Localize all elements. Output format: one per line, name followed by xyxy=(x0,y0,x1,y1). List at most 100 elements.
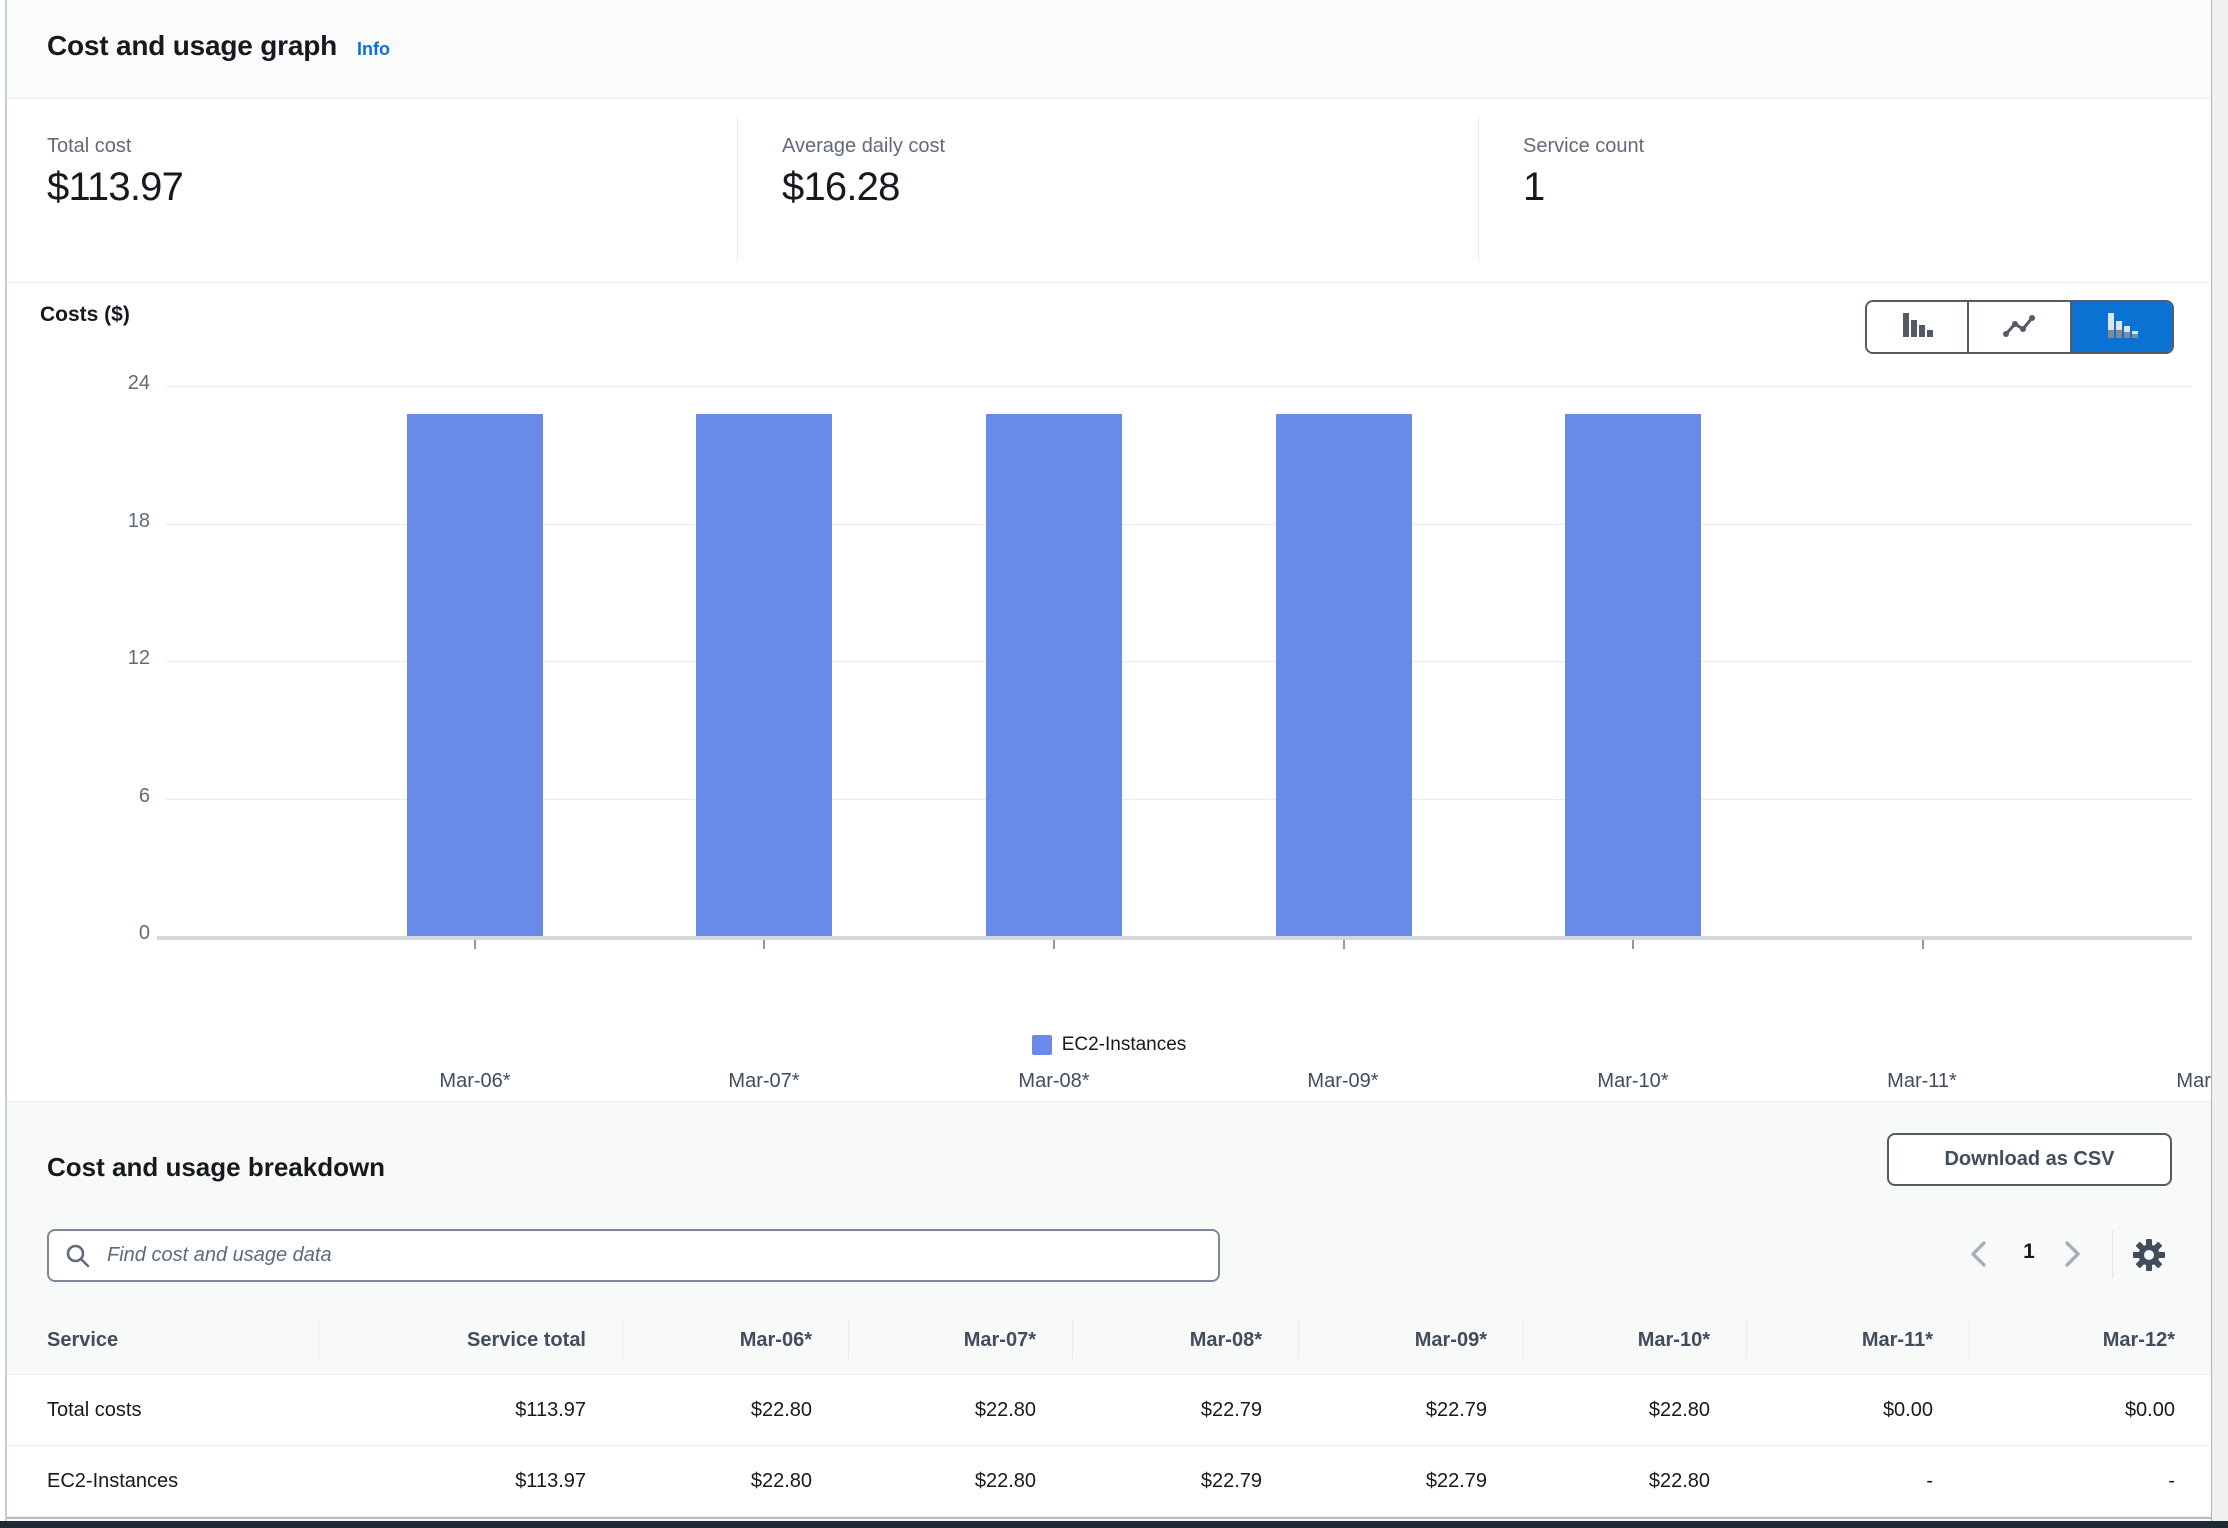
table-cell: $113.97 xyxy=(318,1375,622,1445)
x-axis-tick xyxy=(474,940,476,949)
column-header: Service total xyxy=(318,1306,622,1374)
table-cell: $22.80 xyxy=(848,1375,1072,1445)
page-header: Cost and usage graph Info xyxy=(7,0,2211,99)
download-csv-button[interactable]: Download as CSV xyxy=(1887,1133,2172,1186)
x-axis-tick xyxy=(763,940,765,949)
table-cell: $22.79 xyxy=(1298,1446,1523,1516)
column-header: Mar-12* xyxy=(1969,1306,2211,1374)
gear-icon xyxy=(2129,1235,2169,1275)
y-axis-tick-label: 18 xyxy=(90,510,150,533)
stat-label: Service count xyxy=(1523,135,1644,158)
previous-page-button[interactable] xyxy=(1964,1237,1994,1271)
x-axis-tick xyxy=(1632,940,1634,949)
line-chart-toggle-button[interactable] xyxy=(1967,302,2069,352)
y-axis-tick-label: 12 xyxy=(90,647,150,670)
column-header: Mar-06* xyxy=(622,1306,848,1374)
page-left-border xyxy=(5,0,7,1521)
x-axis-label: Mar-12* xyxy=(2067,1070,2228,1093)
current-page-number[interactable]: 1 xyxy=(2009,1240,2049,1264)
chart-plot-area: 24 18 12 6 0 Mar-06* Mar-07* Mar-08* Mar… xyxy=(165,386,2192,936)
summary-stats: Total cost $113.97 Average daily cost $1… xyxy=(7,99,2211,283)
column-header: Mar-07* xyxy=(848,1306,1072,1374)
cost-usage-breakdown: Cost and usage breakdown Download as CSV… xyxy=(7,1101,2211,1521)
table-cell: - xyxy=(1969,1446,2211,1516)
column-header: Mar-10* xyxy=(1523,1306,1746,1374)
x-axis-tick xyxy=(1922,940,1924,949)
x-axis-label: Mar-10* xyxy=(1488,1070,1778,1093)
table-cell: $22.79 xyxy=(1072,1446,1298,1516)
x-axis-tick xyxy=(1343,940,1345,949)
search-box xyxy=(47,1229,1220,1282)
toolbar-divider xyxy=(2112,1230,2113,1278)
column-header: Service xyxy=(7,1306,318,1374)
stacked-bar-chart-toggle-button[interactable] xyxy=(2070,302,2172,352)
stat-label: Average daily cost xyxy=(782,135,945,158)
breakdown-title: Cost and usage breakdown xyxy=(47,1152,385,1183)
legend-color-swatch xyxy=(1032,1035,1052,1055)
chart-bar[interactable] xyxy=(1276,414,1412,936)
table-cell: $22.80 xyxy=(622,1375,848,1445)
y-axis-tick-label: 0 xyxy=(90,922,150,945)
stat-value: $16.28 xyxy=(782,165,900,210)
cost-usage-chart: Costs ($) xyxy=(7,284,2211,1101)
column-header: Mar-08* xyxy=(1072,1306,1298,1374)
gridline xyxy=(165,386,2192,387)
column-header: Mar-09* xyxy=(1298,1306,1523,1374)
chevron-left-icon xyxy=(1964,1237,1994,1271)
x-axis-label: Mar-08* xyxy=(909,1070,1199,1093)
stat-value: 1 xyxy=(1523,165,1544,210)
table-cell: Total costs xyxy=(7,1375,318,1445)
y-axis-tick-label: 6 xyxy=(90,785,150,808)
table-cell: $22.79 xyxy=(1072,1375,1298,1445)
column-header: Mar-11* xyxy=(1746,1306,1969,1374)
x-axis-label: Mar-09* xyxy=(1198,1070,1488,1093)
table-cell: $113.97 xyxy=(318,1446,622,1516)
chart-bar[interactable] xyxy=(1565,414,1701,937)
cost-explorer-page: Cost and usage graph Info Total cost $11… xyxy=(0,0,2228,1528)
next-page-button[interactable] xyxy=(2057,1237,2087,1271)
table-bottom-border xyxy=(7,1516,2211,1519)
y-axis-tick-label: 24 xyxy=(90,372,150,395)
chart-bar[interactable] xyxy=(986,414,1122,936)
stacked-bar-chart-icon xyxy=(2105,313,2139,341)
table-cell: $22.80 xyxy=(848,1446,1072,1516)
info-link[interactable]: Info xyxy=(357,39,390,60)
table-cell: $22.80 xyxy=(1523,1446,1746,1516)
table-cell: EC2-Instances xyxy=(7,1446,318,1516)
vertical-scrollbar[interactable] xyxy=(2211,0,2228,1521)
stat-divider xyxy=(737,115,738,262)
legend-item-ec2-instances[interactable]: EC2-Instances xyxy=(1032,1034,1187,1056)
table-cell: - xyxy=(1746,1446,1969,1516)
table-cell: $22.80 xyxy=(622,1446,848,1516)
page-title: Cost and usage graph xyxy=(47,30,337,62)
breakdown-table: Service Service total Mar-06* Mar-07* Ma… xyxy=(7,1306,2211,1519)
stat-divider xyxy=(1478,115,1479,262)
table-cell: $22.80 xyxy=(1523,1375,1746,1445)
bar-chart-toggle-button[interactable] xyxy=(1867,302,1967,352)
chart-bar[interactable] xyxy=(407,414,543,937)
table-header-row: Service Service total Mar-06* Mar-07* Ma… xyxy=(7,1306,2211,1374)
x-axis-label: Mar-06* xyxy=(330,1070,620,1093)
x-axis-label: Mar-07* xyxy=(619,1070,909,1093)
table-row-total-costs: Total costs $113.97 $22.80 $22.80 $22.79… xyxy=(7,1374,2211,1445)
legend-label: EC2-Instances xyxy=(1062,1034,1187,1056)
table-settings-button[interactable] xyxy=(2129,1235,2169,1275)
table-cell: $22.79 xyxy=(1298,1375,1523,1445)
bar-chart-icon xyxy=(1900,313,1934,341)
chevron-right-icon xyxy=(2057,1237,2087,1271)
x-axis-line xyxy=(157,936,2192,940)
table-row-ec2-instances: EC2-Instances $113.97 $22.80 $22.80 $22.… xyxy=(7,1445,2211,1516)
table-cell: $0.00 xyxy=(1969,1375,2211,1445)
x-axis-tick xyxy=(1053,940,1055,949)
chart-y-axis-title: Costs ($) xyxy=(40,303,130,327)
table-cell: $0.00 xyxy=(1746,1375,1969,1445)
chart-legend: EC2-Instances xyxy=(7,1034,2211,1056)
chart-type-toggle xyxy=(1865,300,2174,354)
search-input[interactable] xyxy=(47,1229,1220,1282)
chart-bar[interactable] xyxy=(696,414,832,937)
stat-value: $113.97 xyxy=(47,165,183,210)
line-chart-icon xyxy=(2003,314,2035,340)
x-axis-label: Mar-11* xyxy=(1777,1070,2067,1093)
console-footer-bar xyxy=(0,1521,2228,1528)
stat-label: Total cost xyxy=(47,135,131,158)
